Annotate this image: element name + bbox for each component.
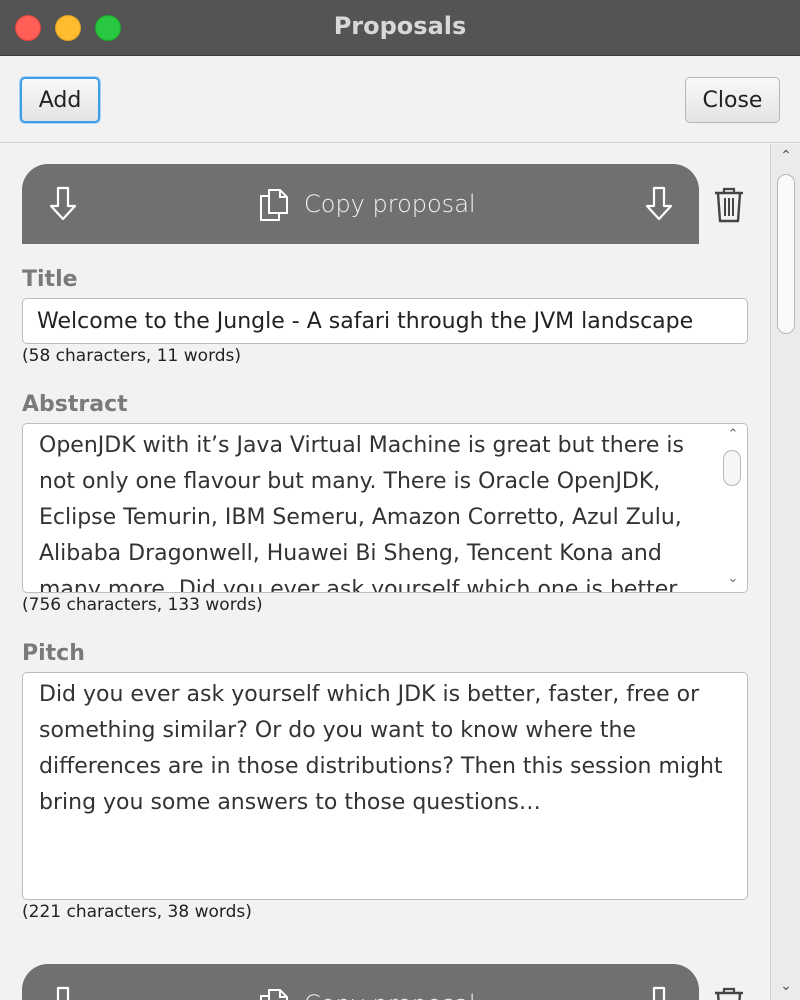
copy-proposal-button[interactable]: Copy proposal	[304, 190, 476, 218]
chevron-up-icon[interactable]: ⌃	[725, 428, 741, 442]
copy-icon[interactable]	[258, 988, 290, 1000]
pitch-label: Pitch	[22, 641, 85, 666]
proposal-banner: Copy proposal	[22, 964, 699, 1000]
pitch-counter: (221 characters, 38 words)	[22, 902, 252, 922]
download-icon[interactable]	[48, 986, 78, 1000]
close-button[interactable]: Close	[685, 77, 780, 123]
chevron-down-icon[interactable]: ⌄	[778, 978, 794, 994]
title-label: Title	[22, 267, 78, 292]
toolbar: Add Close	[0, 57, 800, 143]
abstract-scrollbar[interactable]: ⌃ ⌄	[719, 424, 747, 592]
title-counter: (58 characters, 11 words)	[22, 346, 242, 366]
add-button[interactable]: Add	[20, 77, 100, 123]
copy-proposal-button[interactable]: Copy proposal	[304, 990, 476, 1000]
main-scrollbar[interactable]: ⌃ ⌄	[770, 144, 800, 1000]
window-title: Proposals	[333, 12, 467, 40]
main-scroll-thumb[interactable]	[777, 174, 795, 334]
proposal-banner: Copy proposal	[22, 164, 699, 244]
abstract-label: Abstract	[22, 392, 128, 417]
title-bar[interactable]: Proposals	[0, 0, 800, 56]
pitch-field[interactable]: Did you ever ask yourself which JDK is b…	[22, 672, 748, 900]
proposals-window: Proposals Add Close Copy proposal Title …	[0, 0, 800, 1000]
abstract-field[interactable]: OpenJDK with it’s Java Virtual Machine i…	[22, 423, 748, 593]
abstract-scroll-thumb[interactable]	[723, 450, 741, 486]
title-field[interactable]: Welcome to the Jungle - A safari through…	[22, 298, 748, 344]
download-icon[interactable]	[644, 986, 674, 1000]
chevron-up-icon[interactable]: ⌃	[778, 148, 794, 164]
proposal-card: Copy proposal Title Welcome to the Jungl…	[22, 164, 748, 944]
abstract-text: OpenJDK with it’s Java Virtual Machine i…	[39, 433, 684, 593]
trash-icon[interactable]	[712, 986, 746, 1000]
download-icon[interactable]	[48, 186, 78, 222]
proposal-card: Copy proposal	[22, 964, 748, 1000]
trash-icon[interactable]	[712, 186, 746, 224]
proposals-list[interactable]: Copy proposal Title Welcome to the Jungl…	[0, 144, 800, 1000]
chevron-down-icon[interactable]: ⌄	[725, 572, 741, 586]
abstract-counter: (756 characters, 133 words)	[22, 595, 263, 615]
download-icon[interactable]	[644, 186, 674, 222]
copy-icon[interactable]	[258, 188, 290, 222]
